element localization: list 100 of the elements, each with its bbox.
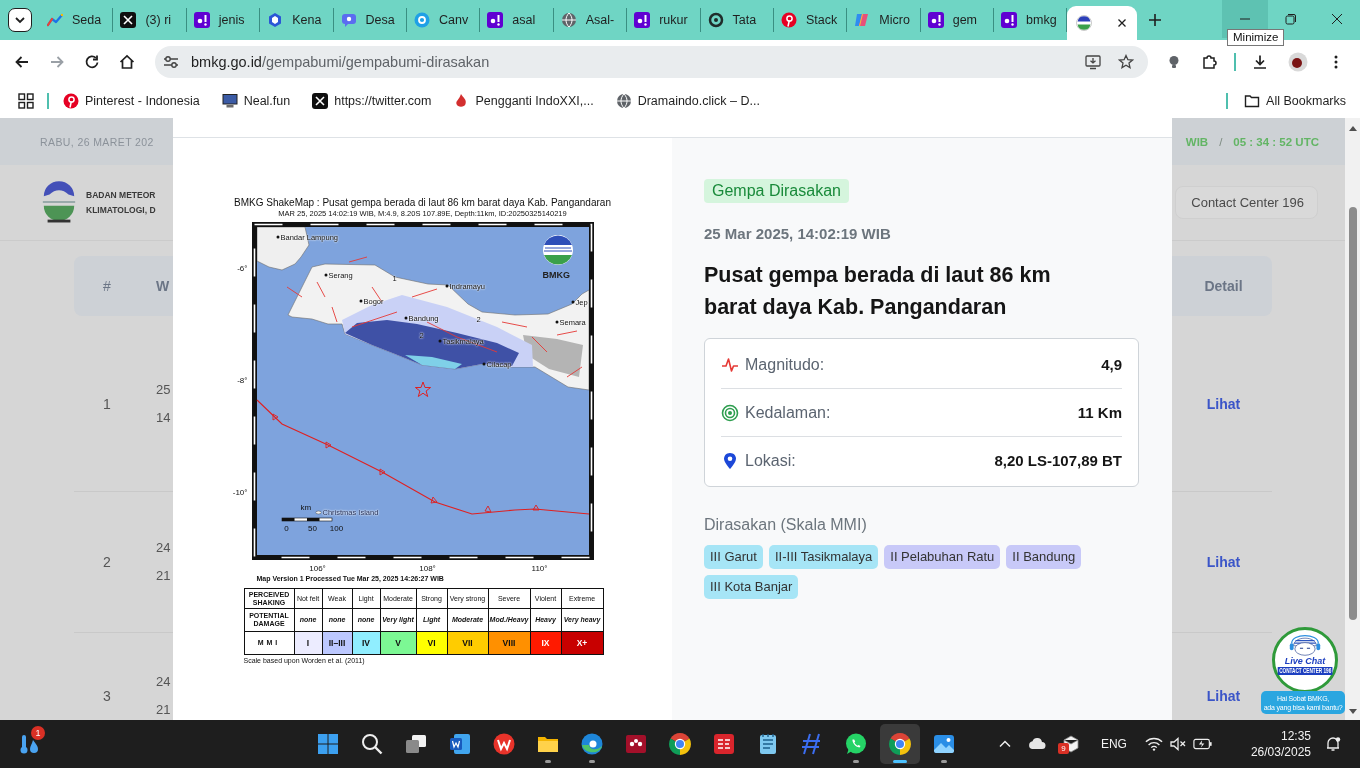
- tooltip: Minimize: [1227, 29, 1285, 46]
- browser-tab[interactable]: (3) ri: [113, 8, 187, 32]
- ring-icon: [707, 12, 724, 28]
- scroll-down-icon[interactable]: [1348, 709, 1357, 715]
- taskbar-app[interactable]: [880, 724, 920, 764]
- hexagon-icon: [267, 12, 284, 28]
- browser-tab[interactable]: asal: [480, 8, 554, 32]
- detail-value: 8,20 LS-107,89 BT: [994, 452, 1122, 469]
- close-icon: [1331, 13, 1343, 25]
- status-badge: Gempa Dirasakan: [704, 179, 849, 203]
- city-marker-icon: [404, 316, 407, 320]
- intensity-tag: III Kota Banjar: [704, 575, 799, 599]
- speaker-icon[interactable]: [1168, 736, 1187, 752]
- scale-tick-label: 100: [329, 524, 344, 533]
- document-app-icon: [448, 732, 472, 756]
- cross-logo-icon: [312, 93, 329, 109]
- intensity-tag: II Bandung: [1006, 545, 1082, 569]
- time-cell-text: 24 21: [156, 539, 171, 585]
- puzzle-icon[interactable]: [1202, 54, 1218, 70]
- axis-tick-label: 106°: [309, 564, 326, 574]
- event-time: 25 Mar 2025, 14:02:19 WIB: [704, 225, 892, 243]
- weather-widget[interactable]: 1: [14, 724, 46, 764]
- download-icon[interactable]: [1252, 54, 1268, 70]
- city-marker-icon: [571, 300, 574, 304]
- bookmark-item[interactable]: Neal.fun: [213, 88, 299, 114]
- city-marker-icon: [438, 339, 441, 343]
- avatar-icon[interactable]: [1288, 52, 1308, 72]
- axis-tick-label: 110°: [531, 564, 548, 574]
- scale-bar: [281, 517, 332, 522]
- all-bookmarks-button[interactable]: All Bookmarks: [1236, 88, 1354, 114]
- windows-icon: [316, 732, 340, 756]
- browser-tab[interactable]: Canv: [406, 8, 481, 32]
- bookmark-item[interactable]: Dramaindo.click – D...: [607, 88, 768, 114]
- organization-name: BADAN METEOR KLIMATOLOGI, D: [86, 188, 156, 217]
- browser-tab[interactable]: rukur: [627, 8, 701, 32]
- logo-icon: [1076, 15, 1093, 31]
- browser-tab[interactable]: Asal-: [553, 8, 628, 32]
- reference-app-icon: [624, 732, 648, 756]
- view-link[interactable]: Lihat: [1206, 688, 1241, 704]
- browser-tab[interactable]: Kena: [260, 8, 334, 32]
- arrow-left-icon: [14, 54, 30, 70]
- system-clock[interactable]: 12:35 26/03/2025: [1250, 728, 1311, 760]
- bookmark-item[interactable]: Pinterest - Indonesia: [55, 88, 208, 114]
- pulse-icon: [721, 355, 739, 374]
- restore-icon: [1285, 13, 1297, 25]
- office-app-icon: [492, 732, 516, 756]
- axis-tick-label: 108°: [419, 564, 436, 574]
- apps-grid-icon[interactable]: [18, 93, 34, 109]
- close-icon[interactable]: [1117, 18, 1128, 28]
- circle-logo-icon: [413, 12, 430, 28]
- scrollbar-thumb[interactable]: [1349, 207, 1357, 620]
- intensity-tag: II-III Tasikmalaya: [768, 545, 879, 569]
- bookmark-item[interactable]: https://twitter.com: [304, 88, 440, 114]
- wave-app-icon: [580, 732, 604, 756]
- plus-icon: [1148, 13, 1163, 27]
- scroll-up-icon[interactable]: [1348, 125, 1357, 131]
- row-number: 1: [102, 395, 112, 412]
- tile-logo-icon: [1001, 12, 1018, 28]
- detail-value: 11 Km: [1077, 404, 1122, 421]
- bell-icon[interactable]: [1325, 736, 1341, 752]
- view-link[interactable]: Lihat: [1206, 554, 1241, 570]
- time-cell-text: 24 21: [156, 673, 171, 719]
- wifi-icon[interactable]: [1144, 736, 1163, 752]
- box-app-icon[interactable]: [1060, 734, 1081, 754]
- browser-tab[interactable]: gem: [920, 8, 995, 32]
- scale-tick-label: 50: [308, 524, 317, 533]
- star-icon[interactable]: [1118, 54, 1134, 70]
- browser-tab[interactable]: Seda: [40, 8, 114, 32]
- browser-tab[interactable]: Desa: [333, 8, 407, 32]
- install-icon[interactable]: [1085, 54, 1101, 70]
- browser-tab[interactable]: bmkg: [994, 8, 1068, 32]
- site-settings-icon[interactable]: [163, 54, 179, 70]
- view-link[interactable]: Lihat: [1206, 395, 1241, 412]
- contact-button[interactable]: Contact Center 196: [1175, 186, 1318, 219]
- line-chart-icon: [47, 12, 63, 28]
- scale-unit: km: [300, 503, 312, 512]
- home-icon: [119, 54, 135, 70]
- address-bar[interactable]: bmkg.go.id/gempabumi/gempabumi-dirasakan: [155, 46, 1148, 78]
- city-marker-icon: [445, 284, 448, 288]
- bookmark-item[interactable]: Pengganti IndoXXI,...: [445, 88, 602, 114]
- pin-logo-icon: [63, 93, 79, 109]
- url-text[interactable]: bmkg.go.id/gempabumi/gempabumi-dirasakan: [191, 54, 490, 70]
- browser-tab[interactable]: Micro: [847, 8, 921, 32]
- axis-tick-label: -10°: [231, 488, 248, 498]
- city-marker-icon: [359, 299, 362, 303]
- language-indicator[interactable]: ENG: [1100, 737, 1127, 751]
- column-header: Detail: [1204, 278, 1243, 294]
- island-icon: [315, 510, 321, 514]
- browser-tab[interactable]: Stack: [773, 8, 848, 32]
- date-text: RABU, 26 MARET 202: [40, 135, 154, 148]
- browser-app-icon: [888, 732, 912, 756]
- map-pin-icon: [721, 451, 739, 470]
- browser-tab[interactable]: [1067, 6, 1138, 40]
- chevron-down-icon: [14, 14, 26, 26]
- tab-search-button[interactable]: [8, 8, 32, 32]
- detail-label: Kedalaman:: [745, 403, 831, 422]
- column-header: #: [102, 278, 112, 294]
- tile-logo-icon: [634, 12, 651, 28]
- browser-tab[interactable]: jenis: [186, 8, 261, 32]
- browser-tab[interactable]: Tata: [700, 8, 774, 32]
